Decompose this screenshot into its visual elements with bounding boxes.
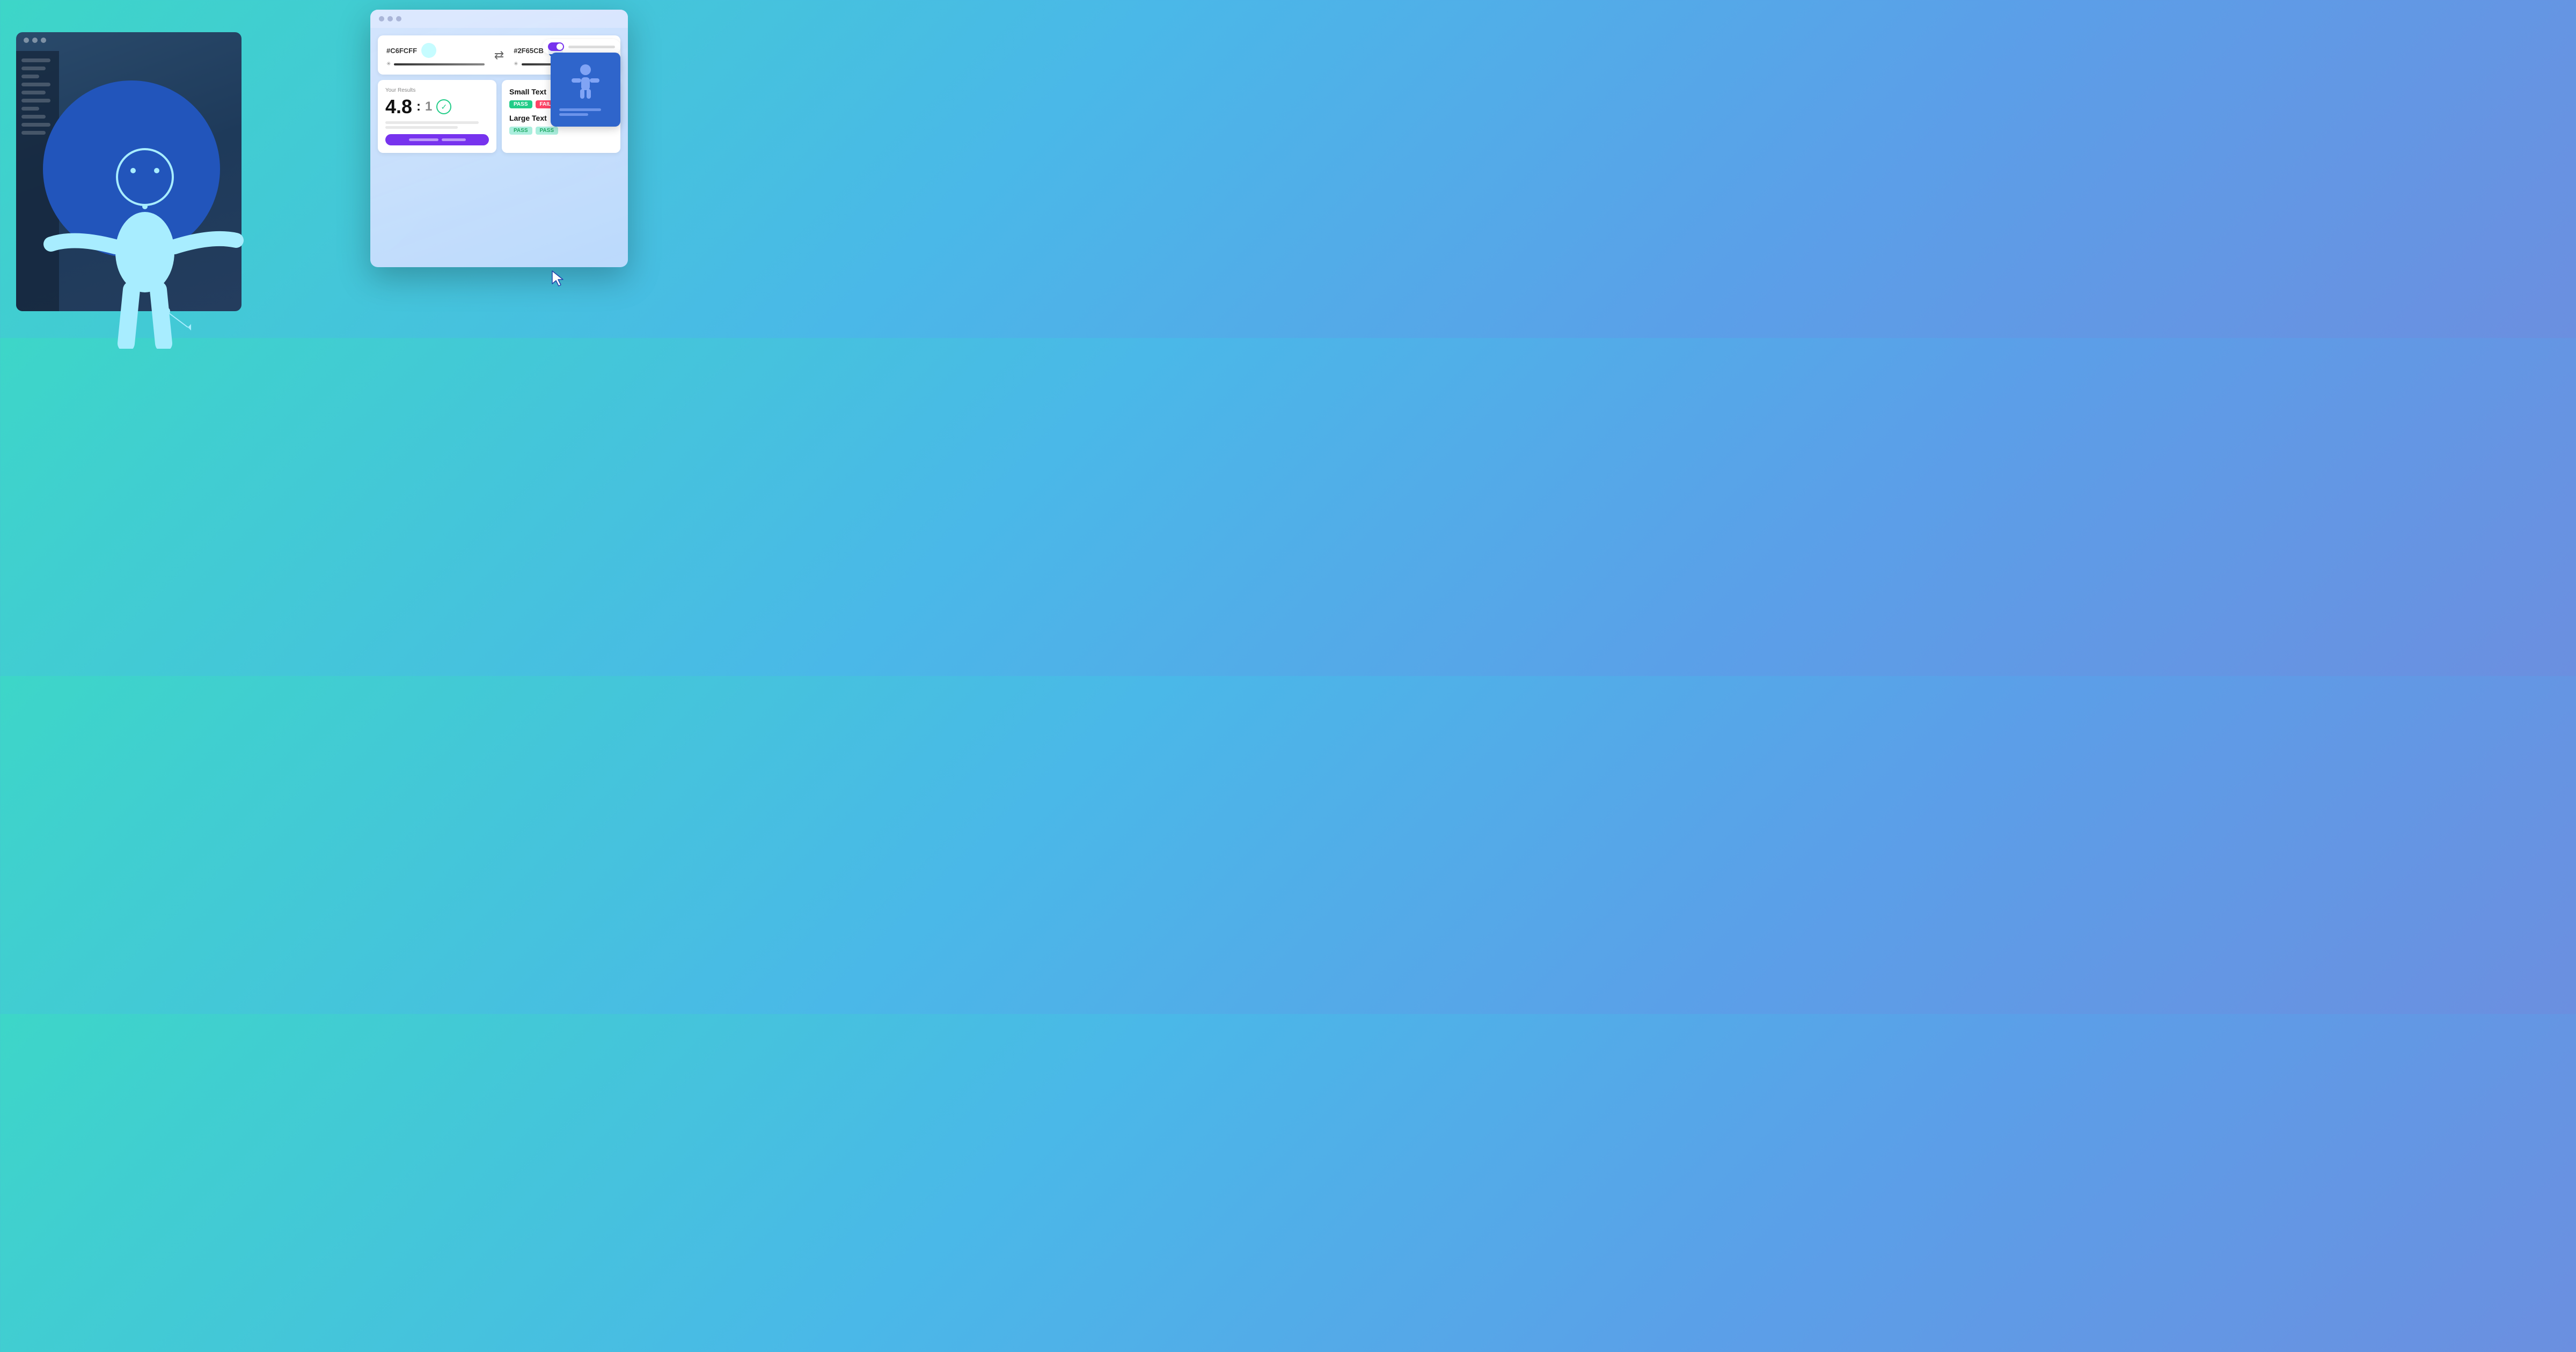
toggle-bar[interactable] xyxy=(543,39,620,54)
accessibility-figure-large xyxy=(21,145,290,349)
sidebar-line xyxy=(21,107,39,111)
dot-3 xyxy=(41,38,46,43)
ratio-colon: : xyxy=(416,99,421,114)
gray-bar xyxy=(385,121,479,124)
gray-bar xyxy=(385,126,458,129)
toggle-text-bar xyxy=(568,46,615,48)
toggle-knob xyxy=(557,43,563,50)
large-pass-badge-1: PASS xyxy=(509,127,532,135)
card-decoration-bars xyxy=(559,108,612,116)
sidebar-line xyxy=(21,75,39,78)
sidebar-line xyxy=(21,67,46,70)
small-pass-badge: PASS xyxy=(509,100,532,108)
results-label: Your Results xyxy=(385,87,489,93)
sidebar-line xyxy=(21,131,46,135)
brightness-low-icon: ✳ xyxy=(386,61,391,67)
dot-2 xyxy=(32,38,38,43)
accessibility-icon xyxy=(569,63,602,101)
btn-bar-2 xyxy=(442,138,466,141)
color-hex-2: #2F65CB xyxy=(514,47,544,55)
brightness-row-1: ✳ xyxy=(386,61,485,67)
color-swatch-left: #C6FCFF xyxy=(386,43,485,58)
sidebar-line xyxy=(21,58,50,62)
color-hex-1: #C6FCFF xyxy=(386,47,417,55)
ratio-one: 1 xyxy=(425,99,432,114)
check-badge: ✓ xyxy=(436,99,451,114)
fg-dot-3 xyxy=(396,16,401,21)
large-text-badges: PASS PASS xyxy=(509,127,613,135)
fg-dot-1 xyxy=(379,16,384,21)
brightness-track-1[interactable] xyxy=(394,63,484,65)
toggle-switch[interactable] xyxy=(548,42,564,51)
brightness-icon-2: ✳ xyxy=(514,61,518,67)
results-card: Your Results 4.8 : 1 ✓ xyxy=(378,80,496,153)
fg-dot-2 xyxy=(387,16,393,21)
fg-window-titlebar xyxy=(370,10,628,28)
card-bar-2 xyxy=(559,113,588,116)
sidebar-line xyxy=(21,115,46,119)
swap-arrows-icon[interactable]: ⇄ xyxy=(494,48,504,62)
large-pass-badge-2: PASS xyxy=(536,127,559,135)
results-ratio: 4.8 : 1 ✓ xyxy=(385,95,489,118)
card-bar-1 xyxy=(559,108,601,111)
gray-bars xyxy=(385,121,489,129)
sidebar-line xyxy=(21,91,46,94)
color-swatch-circle-1 xyxy=(421,43,436,58)
cursor-icon xyxy=(551,270,566,287)
btn-bar-1 xyxy=(409,138,438,141)
results-button[interactable] xyxy=(385,134,489,145)
sidebar-line xyxy=(21,123,50,127)
sidebar-line xyxy=(21,99,50,102)
ratio-number: 4.8 xyxy=(385,95,412,118)
sidebar-line xyxy=(21,83,50,86)
accessibility-card xyxy=(551,53,620,127)
color-group-left: #C6FCFF ✳ xyxy=(386,43,485,67)
bg-window-titlebar xyxy=(16,32,241,48)
dot-1 xyxy=(24,38,29,43)
foreground-window: #C6FCFF ✳ ⇄ #2F65CB ✳ xyxy=(370,10,628,267)
